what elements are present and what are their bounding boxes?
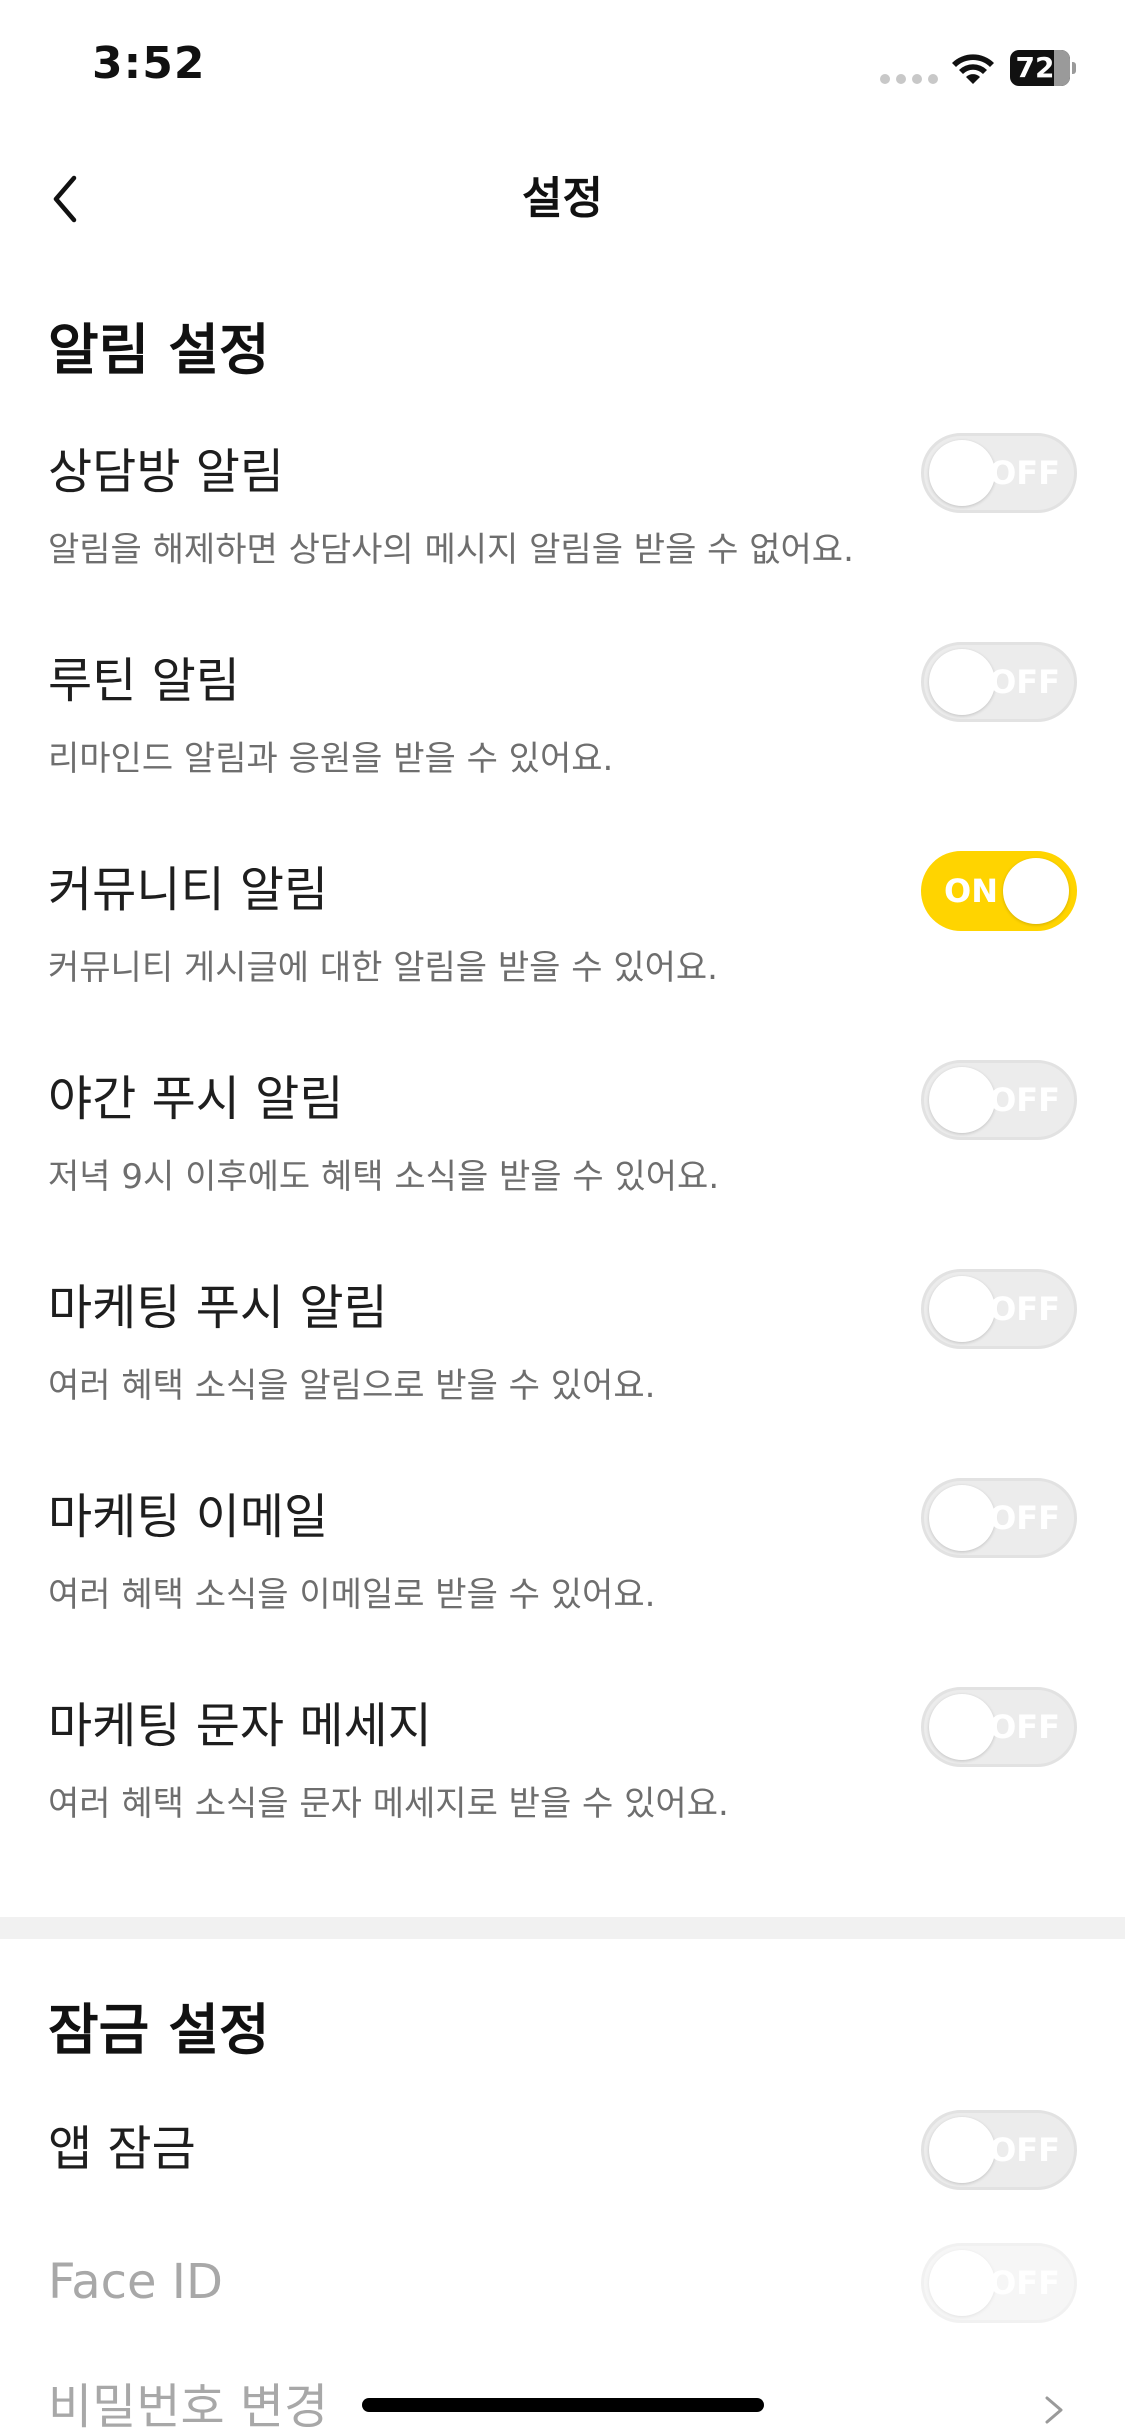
page-title: 설정 <box>522 173 603 224</box>
toggle-state: OFF <box>989 1081 1060 1119</box>
face-id-toggle: OFF <box>921 2243 1077 2323</box>
setting-label: 마케팅 문자 메세지 <box>48 1698 432 1754</box>
setting-row-routine-alert: 루틴 알림 OFF 리마인드 알림과 응원을 받을 수 있어요. <box>0 642 1125 855</box>
toggle-state: ON <box>944 872 998 910</box>
marketing-sms-toggle[interactable]: OFF <box>921 1687 1077 1767</box>
setting-row-counsel-alert: 상담방 알림 OFF 알림을 해제하면 상담사의 메시지 알림을 받을 수 없어… <box>0 433 1125 646</box>
setting-row-face-id: Face ID OFF <box>0 2243 1125 2357</box>
routine-alert-toggle[interactable]: OFF <box>921 642 1077 722</box>
toggle-state: OFF <box>989 663 1060 701</box>
setting-label: 마케팅 이메일 <box>48 1489 329 1545</box>
chevron-left-icon <box>53 175 77 223</box>
setting-label: Face ID <box>48 2254 223 2310</box>
home-indicator <box>362 2398 764 2412</box>
back-button[interactable] <box>30 164 100 234</box>
setting-row-marketing-email: 마케팅 이메일 OFF 여러 혜택 소식을 이메일로 받을 수 있어요. <box>0 1478 1125 1691</box>
section-divider <box>0 1917 1125 1939</box>
community-alert-toggle[interactable]: ON <box>921 851 1077 931</box>
setting-description: 알림을 해제하면 상담사의 메시지 알림을 받을 수 없어요. <box>48 530 854 570</box>
setting-label: 야간 푸시 알림 <box>48 1071 344 1127</box>
cellular-signal-icon <box>880 74 938 84</box>
setting-description: 여러 혜택 소식을 문자 메세지로 받을 수 있어요. <box>48 1784 729 1824</box>
counsel-alert-toggle[interactable]: OFF <box>921 433 1077 513</box>
setting-label: 커뮤니티 알림 <box>48 862 329 918</box>
setting-description: 여러 혜택 소식을 알림으로 받을 수 있어요. <box>48 1366 656 1406</box>
toggle-state: OFF <box>989 2264 1060 2302</box>
status-bar: 3:52 72 <box>0 0 1125 140</box>
toggle-state: OFF <box>989 454 1060 492</box>
battery-icon: 72 <box>1010 50 1076 86</box>
chevron-right-icon <box>1045 2396 1063 2424</box>
setting-label: 마케팅 푸시 알림 <box>48 1280 388 1336</box>
settings-screen: 3:52 72 설정 알림 설정 상담방 알림 OFF 알림을 해제하면 상담사… <box>0 0 1125 2436</box>
night-push-toggle[interactable]: OFF <box>921 1060 1077 1140</box>
battery-level: 72 <box>1015 51 1055 84</box>
toggle-state: OFF <box>989 1499 1060 1537</box>
setting-row-marketing-sms: 마케팅 문자 메세지 OFF 여러 혜택 소식을 문자 메세지로 받을 수 있어… <box>0 1687 1125 1900</box>
toggle-state: OFF <box>989 2131 1060 2169</box>
setting-row-marketing-push: 마케팅 푸시 알림 OFF 여러 혜택 소식을 알림으로 받을 수 있어요. <box>0 1269 1125 1482</box>
toggle-state: OFF <box>989 1708 1060 1746</box>
setting-description: 저녁 9시 이후에도 혜택 소식을 받을 수 있어요. <box>48 1157 720 1197</box>
setting-row-app-lock: 앱 잠금 OFF <box>0 2110 1125 2224</box>
setting-description: 여러 혜택 소식을 이메일로 받을 수 있어요. <box>48 1575 656 1615</box>
setting-description: 커뮤니티 게시글에 대한 알림을 받을 수 있어요. <box>48 948 718 988</box>
marketing-email-toggle[interactable]: OFF <box>921 1478 1077 1558</box>
setting-row-community-alert: 커뮤니티 알림 ON 커뮤니티 게시글에 대한 알림을 받을 수 있어요. <box>0 851 1125 1064</box>
setting-row-night-push: 야간 푸시 알림 OFF 저녁 9시 이후에도 혜택 소식을 받을 수 있어요. <box>0 1060 1125 1273</box>
status-time: 3:52 <box>92 38 206 89</box>
section-title-alerts: 알림 설정 <box>48 318 270 382</box>
app-lock-toggle[interactable]: OFF <box>921 2110 1077 2190</box>
setting-label: 앱 잠금 <box>48 2121 196 2177</box>
setting-description: 리마인드 알림과 응원을 받을 수 있어요. <box>48 739 614 779</box>
marketing-push-toggle[interactable]: OFF <box>921 1269 1077 1349</box>
setting-label: 상담방 알림 <box>48 444 285 500</box>
setting-label: 루틴 알림 <box>48 653 240 709</box>
toggle-state: OFF <box>989 1290 1060 1328</box>
wifi-icon <box>952 54 994 84</box>
nav-bar: 설정 <box>0 140 1125 260</box>
section-title-lock: 잠금 설정 <box>48 1998 270 2062</box>
setting-label: 비밀번호 변경 <box>48 2379 329 2435</box>
